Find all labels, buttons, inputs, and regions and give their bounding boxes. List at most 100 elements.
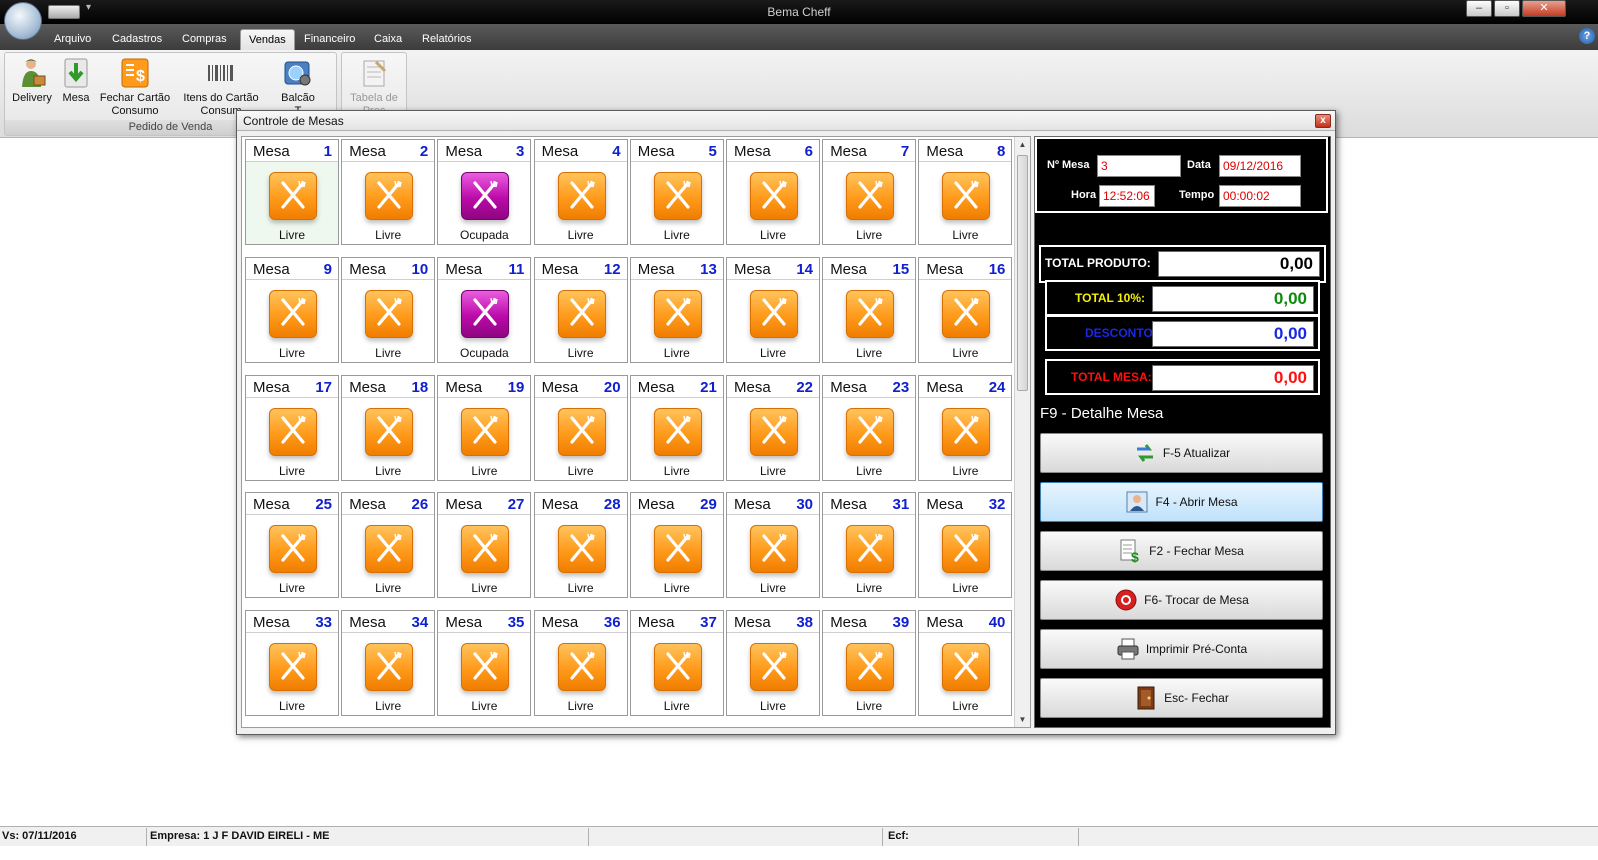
table-cell[interactable]: Mesa 35 Livre — [437, 610, 532, 717]
table-status-icon[interactable] — [365, 289, 414, 338]
close-window-button[interactable]: ✕ — [1522, 0, 1566, 17]
table-cell[interactable]: Mesa 19 Livre — [437, 374, 532, 481]
table-status-icon[interactable] — [846, 289, 895, 338]
table-status-icon[interactable] — [942, 172, 991, 220]
table-status-icon[interactable] — [365, 525, 414, 574]
table-cell[interactable]: Mesa 28 Livre — [533, 492, 628, 599]
delivery-button[interactable]: Delivery — [9, 56, 55, 105]
help-icon[interactable]: ? — [1579, 28, 1595, 44]
detalhe-mesa-shortcut[interactable]: F9 - Detalhe Mesa — [1040, 405, 1163, 422]
table-status-icon[interactable] — [653, 172, 702, 220]
table-cell[interactable]: Mesa 4 Livre — [533, 139, 628, 245]
table-cell[interactable]: Mesa 7 Livre — [822, 139, 917, 245]
table-cell[interactable]: Mesa 17 Livre — [245, 374, 339, 481]
table-status-icon[interactable] — [942, 525, 991, 574]
balcao-button[interactable]: Balcão T — [273, 56, 323, 118]
table-cell[interactable]: Mesa 26 Livre — [341, 492, 436, 599]
table-status-icon[interactable] — [557, 525, 606, 574]
table-status-icon[interactable] — [653, 643, 702, 692]
table-cell[interactable]: Mesa 37 Livre — [629, 610, 724, 717]
table-cell[interactable]: Mesa 40 Livre — [918, 610, 1013, 717]
table-status-icon[interactable] — [750, 643, 798, 692]
table-cell[interactable]: Mesa 2 Livre — [341, 139, 436, 245]
fechar-mesa-button[interactable]: $ F2 - Fechar Mesa — [1040, 531, 1323, 571]
abrir-mesa-button[interactable]: F4 - Abrir Mesa — [1040, 482, 1323, 522]
table-status-icon[interactable] — [557, 172, 606, 220]
table-cell[interactable]: Mesa 3 Ocupada — [437, 139, 532, 245]
table-cell[interactable]: Mesa 14 Livre — [726, 256, 820, 363]
table-cell[interactable]: Mesa 13 Livre — [629, 256, 724, 363]
tab-relatorios[interactable]: Relatórios — [414, 29, 480, 50]
table-cell[interactable]: Mesa 1 Livre — [245, 139, 339, 245]
tab-caixa[interactable]: Caixa — [366, 29, 410, 50]
table-status-icon[interactable] — [750, 525, 798, 574]
hora-field[interactable]: 12:52:06 — [1099, 185, 1155, 207]
table-status-icon[interactable] — [365, 643, 414, 692]
table-status-icon[interactable] — [750, 172, 798, 220]
table-cell[interactable]: Mesa 38 Livre — [726, 610, 820, 717]
table-cell[interactable]: Mesa 21 Livre — [629, 374, 724, 481]
table-status-icon[interactable] — [942, 643, 991, 692]
mesa-button[interactable]: Mesa — [59, 56, 93, 105]
table-cell[interactable]: Mesa 39 Livre — [822, 610, 917, 717]
table-status-icon[interactable] — [846, 525, 895, 574]
table-cell[interactable]: Mesa 18 Livre — [341, 374, 436, 481]
table-cell[interactable]: Mesa 16 Livre — [918, 256, 1013, 363]
table-cell[interactable]: Mesa 22 Livre — [726, 374, 820, 481]
table-cell[interactable]: Mesa 34 Livre — [341, 610, 436, 717]
table-cell[interactable]: Mesa 23 Livre — [822, 374, 917, 481]
mesa-number-field[interactable]: 3 — [1097, 155, 1181, 177]
table-cell[interactable]: Mesa 32 Livre — [918, 492, 1013, 599]
trocar-mesa-button[interactable]: F6- Trocar de Mesa — [1040, 580, 1323, 620]
data-field[interactable]: 09/12/2016 — [1219, 155, 1301, 177]
table-status-icon[interactable] — [461, 172, 510, 220]
table-cell[interactable]: Mesa 20 Livre — [533, 374, 628, 481]
table-cell[interactable]: Mesa 31 Livre — [822, 492, 917, 599]
table-cell[interactable]: Mesa 10 Livre — [341, 256, 436, 363]
table-cell[interactable]: Mesa 15 Livre — [822, 256, 917, 363]
table-status-icon[interactable] — [461, 289, 510, 338]
table-status-icon[interactable] — [365, 172, 414, 220]
tempo-field[interactable]: 00:00:02 — [1219, 185, 1301, 207]
table-status-icon[interactable] — [557, 289, 606, 338]
close-icon[interactable]: x — [1315, 114, 1331, 128]
table-status-icon[interactable] — [365, 407, 414, 456]
minimize-button[interactable]: – — [1466, 0, 1492, 17]
table-status-icon[interactable] — [653, 525, 702, 574]
table-cell[interactable]: Mesa 29 Livre — [629, 492, 724, 599]
table-status-icon[interactable] — [269, 525, 317, 574]
table-status-icon[interactable] — [750, 407, 798, 456]
table-cell[interactable]: Mesa 33 Livre — [245, 610, 339, 717]
table-status-icon[interactable] — [653, 289, 702, 338]
tab-compras[interactable]: Compras — [174, 29, 235, 50]
table-cell[interactable]: Mesa 36 Livre — [533, 610, 628, 717]
table-status-icon[interactable] — [942, 407, 991, 456]
tab-arquivo[interactable]: Arquivo — [46, 29, 99, 50]
table-status-icon[interactable] — [269, 643, 317, 692]
atualizar-button[interactable]: F-5 Atualizar — [1040, 433, 1323, 473]
table-cell[interactable]: Mesa 8 Livre — [918, 139, 1013, 245]
table-status-icon[interactable] — [846, 407, 895, 456]
table-status-icon[interactable] — [269, 172, 317, 220]
table-cell[interactable]: Mesa 6 Livre — [726, 139, 820, 245]
imprimir-pre-conta-button[interactable]: Imprimir Pré-Conta — [1040, 629, 1323, 669]
table-status-icon[interactable] — [461, 643, 510, 692]
table-status-icon[interactable] — [461, 525, 510, 574]
table-cell[interactable]: Mesa 11 Ocupada — [437, 256, 532, 363]
app-menu-orb-icon[interactable] — [4, 2, 42, 40]
fechar-cartao-button[interactable]: $ Fechar Cartão Consumo — [99, 56, 171, 118]
scroll-up-icon[interactable]: ▲ — [1015, 137, 1030, 152]
table-status-icon[interactable] — [461, 407, 510, 456]
vertical-scrollbar[interactable]: ▲ ▼ — [1014, 137, 1030, 727]
tab-financeiro[interactable]: Financeiro — [296, 29, 363, 50]
table-status-icon[interactable] — [846, 172, 895, 220]
fechar-janela-button[interactable]: Esc- Fechar — [1040, 678, 1323, 718]
table-cell[interactable]: Mesa 30 Livre — [726, 492, 820, 599]
scroll-down-icon[interactable]: ▼ — [1015, 712, 1030, 727]
table-status-icon[interactable] — [942, 289, 991, 338]
table-status-icon[interactable] — [750, 289, 798, 338]
table-cell[interactable]: Mesa 24 Livre — [918, 374, 1013, 481]
table-status-icon[interactable] — [557, 643, 606, 692]
quick-access-toolbar[interactable] — [48, 5, 80, 19]
tab-vendas[interactable]: Vendas — [240, 29, 295, 50]
